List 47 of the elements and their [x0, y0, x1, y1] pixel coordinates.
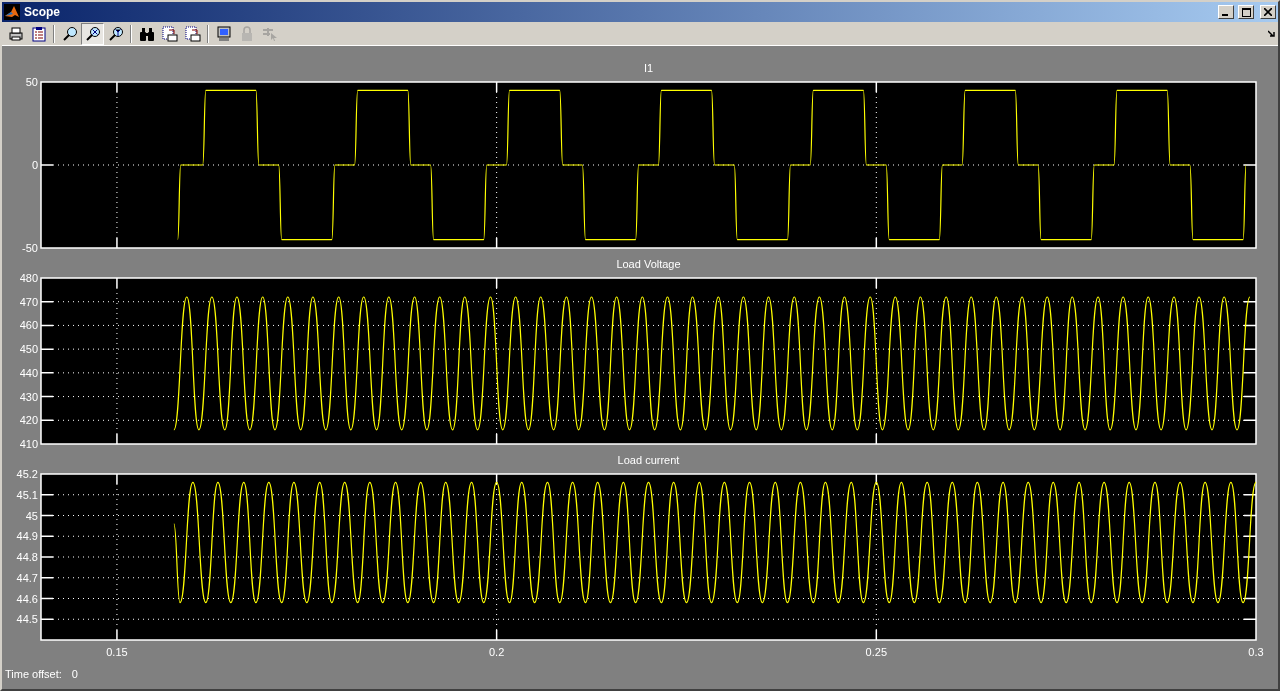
window-title: Scope — [24, 5, 61, 19]
close-icon — [1264, 8, 1272, 16]
tick-label: 440 — [19, 366, 38, 379]
maximize-icon — [1241, 7, 1251, 17]
zoom-x-icon — [84, 25, 101, 42]
tick-label: 44.9 — [16, 530, 38, 543]
app-logo-icon — [4, 4, 20, 20]
tick-label: 45 — [25, 509, 38, 522]
zoom-x-button[interactable] — [81, 22, 104, 45]
tick-label: 44.7 — [16, 571, 38, 584]
tick-label: 0.25 — [865, 646, 887, 658]
plot-title: I1 — [643, 62, 654, 74]
plot-title: Load current — [617, 454, 680, 466]
tick-label: 0.15 — [106, 646, 128, 658]
minimize-button[interactable] — [1218, 5, 1234, 19]
tick-label: 0.2 — [489, 646, 505, 658]
tick-label: 50 — [25, 78, 38, 88]
tick-label: 0.3 — [1248, 646, 1264, 658]
save-axes-icon — [161, 25, 178, 42]
printer-icon — [7, 25, 24, 42]
tick-label: 44.8 — [16, 551, 38, 563]
tick-label: 45.1 — [16, 488, 38, 501]
monitor-icon — [215, 25, 232, 42]
close-button[interactable] — [1260, 5, 1276, 19]
clipboard-icon — [30, 25, 47, 42]
time-offset-value: 0 — [71, 668, 78, 680]
signal-select-icon — [261, 25, 278, 42]
plot-title: Load Voltage — [616, 258, 681, 270]
tick-label: 44.6 — [16, 592, 38, 605]
tick-label: -50 — [22, 242, 38, 254]
tick-label: 470 — [19, 295, 38, 308]
maximize-button[interactable] — [1238, 5, 1254, 19]
tick-label: 450 — [19, 343, 38, 356]
zoom-y-icon — [107, 25, 124, 42]
zoom-icon — [61, 25, 78, 42]
dock-arrow-icon[interactable] — [1268, 29, 1276, 38]
tick-label: 430 — [19, 390, 38, 403]
binoculars-icon — [138, 25, 155, 42]
tick-label: 45.2 — [16, 470, 38, 480]
time-offset-label: Time offset: — [5, 668, 62, 680]
tick-label: 410 — [19, 438, 38, 450]
restore-axes-icon — [184, 25, 201, 42]
tick-label: 420 — [19, 414, 38, 427]
tick-label: 480 — [19, 274, 38, 284]
tick-label: 0 — [31, 159, 38, 171]
tick-label: 44.5 — [16, 613, 38, 626]
tick-label: 460 — [19, 319, 38, 332]
